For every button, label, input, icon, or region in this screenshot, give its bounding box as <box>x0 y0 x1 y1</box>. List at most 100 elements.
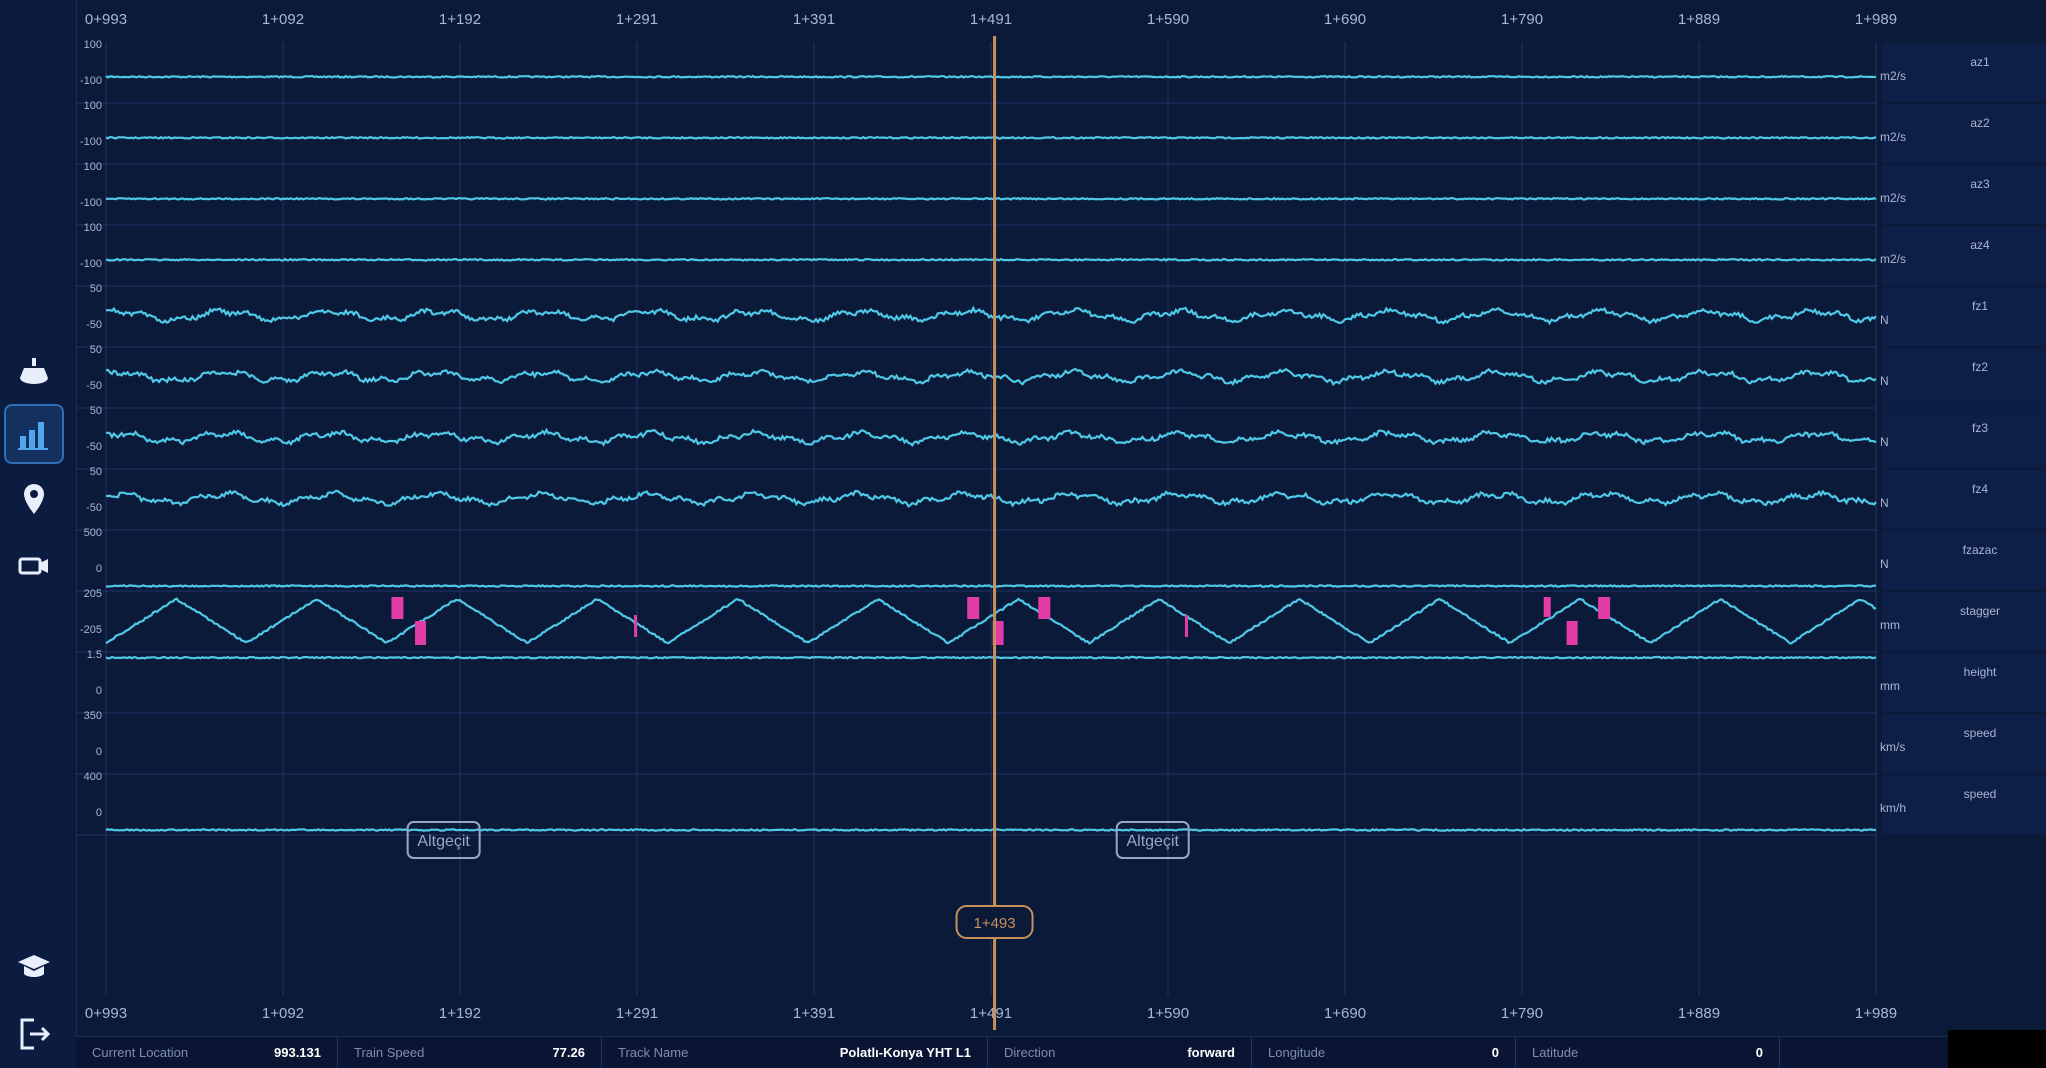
x-axis-top: 0+993 1+092 1+192 1+291 1+391 1+491 1+590 1+690… <box>85 11 1897 28</box>
annotation-marker: Altgeçit <box>1115 821 1190 859</box>
y-tick-top: 400 <box>84 771 102 783</box>
stagger-highlight <box>391 597 404 619</box>
track-unit-label: m2/s <box>1880 252 1906 266</box>
x-tick-label-bottom: 1+989 <box>1855 1005 1897 1022</box>
status-value: forward <box>1187 1044 1235 1060</box>
track-name-label: az2 <box>1970 116 1990 130</box>
signal-line <box>105 584 1877 589</box>
track-height: height mm 1.5 0 <box>76 649 2046 714</box>
y-tick-top: 100 <box>84 222 102 234</box>
status-value: 77.26 <box>552 1044 585 1060</box>
x-tick-label-top: 1+590 <box>1147 11 1189 28</box>
track-name-label: az1 <box>1970 55 1990 69</box>
y-tick-top: 100 <box>84 161 102 173</box>
nav-education[interactable] <box>4 936 64 996</box>
x-tick-label-top: 1+291 <box>616 11 658 28</box>
track-az4: az4 m2/s 100 -100 <box>76 222 2046 287</box>
status-value: 993.131 <box>274 1044 321 1060</box>
nav-logout[interactable] <box>4 1004 64 1064</box>
y-tick-top: 50 <box>90 344 102 356</box>
x-tick-label-top: 1+790 <box>1501 11 1543 28</box>
nav-ship[interactable] <box>4 342 64 402</box>
status-label: Current Location <box>92 1044 189 1060</box>
track-label-panel <box>1882 226 2046 285</box>
track-label-panel <box>1882 165 2046 224</box>
y-tick-bottom: -100 <box>80 197 102 209</box>
x-tick-label-bottom: 1+889 <box>1678 1005 1720 1022</box>
track-az2: az2 m2/s 100 -100 <box>76 100 2046 165</box>
y-tick-top: 50 <box>90 283 102 295</box>
y-tick-top: 50 <box>90 405 102 417</box>
status-current-location: Current Location 993.131 <box>76 1037 338 1067</box>
track-unit-label: N <box>1880 557 1889 571</box>
status-bar: Current Location 993.131 Train Speed 77.… <box>76 1036 1948 1067</box>
track-name-label: stagger <box>1960 604 2000 618</box>
track-stagger: stagger mm 205 -205 <box>76 588 2046 653</box>
stagger-highlight <box>1184 615 1188 637</box>
y-tick-bottom: -50 <box>86 319 102 331</box>
track-label-panel <box>1882 348 2046 407</box>
nav-charts[interactable] <box>4 404 64 464</box>
track-unit-label: N <box>1880 496 1889 510</box>
track-unit-label: mm <box>1880 618 1900 632</box>
x-tick-label-top: 1+192 <box>439 11 481 28</box>
track-label-panel <box>1882 43 2046 102</box>
y-tick-top: 350 <box>84 710 102 722</box>
x-tick-label-bottom: 1+192 <box>439 1005 481 1022</box>
y-tick-bottom: -205 <box>80 624 102 636</box>
y-tick-bottom: -50 <box>86 380 102 392</box>
x-tick-label-bottom: 1+690 <box>1324 1005 1366 1022</box>
track-name-label: az3 <box>1970 177 1990 191</box>
x-tick-label-top: 1+889 <box>1678 11 1720 28</box>
y-tick-top: 50 <box>90 466 102 478</box>
track-name-label: fzazac <box>1963 543 1998 557</box>
y-tick-bottom: -50 <box>86 502 102 514</box>
track-name-label: height <box>1964 665 1997 679</box>
stagger-highlight <box>1543 597 1551 617</box>
stagger-highlight <box>1566 621 1578 645</box>
annotation-marker: Altgeçit <box>406 821 481 859</box>
x-tick-label-top: 0+993 <box>85 11 127 28</box>
x-tick-label-top: 1+391 <box>793 11 835 28</box>
track-label-panel <box>1882 714 2046 773</box>
track-label-panel <box>1882 470 2046 529</box>
location-pin-icon <box>24 484 44 514</box>
track-name-label: fz4 <box>1972 482 1988 496</box>
camera-icon <box>18 557 48 575</box>
status-longitude: Longitude 0 <box>1252 1037 1516 1067</box>
cursor-layer: 1+493 <box>955 36 1034 1030</box>
track-name-label: speed <box>1964 726 1997 740</box>
status-value: 0 <box>1491 1044 1499 1060</box>
y-tick-bottom: 0 <box>96 807 102 819</box>
track-fz4: fz4 N 50 -50 <box>76 466 2046 531</box>
x-tick-label-bottom: 0+993 <box>85 1005 127 1022</box>
y-tick-bottom: 0 <box>96 563 102 575</box>
x-tick-label-bottom: 1+491 <box>970 1005 1012 1022</box>
y-tick-top: 100 <box>84 39 102 51</box>
status-label: Direction <box>1004 1044 1056 1060</box>
x-tick-label-bottom: 1+790 <box>1501 1005 1543 1022</box>
track-name-label: fz1 <box>1972 299 1988 313</box>
x-tick-label-top: 1+690 <box>1324 11 1366 28</box>
track-label-panel <box>1882 531 2046 590</box>
track-label-panel <box>1882 653 2046 712</box>
track-speed: speed km/s 350 0 <box>76 710 2046 775</box>
sidebar <box>0 0 77 1068</box>
track-speed: speed km/h 400 0 <box>76 771 2046 836</box>
y-tick-bottom: -100 <box>80 75 102 87</box>
nav-camera[interactable] <box>4 536 64 596</box>
nav-map[interactable] <box>4 470 64 530</box>
stagger-highlight <box>415 621 427 645</box>
status-label: Track Name <box>618 1044 689 1060</box>
track-unit-label: m2/s <box>1880 130 1906 144</box>
track-name-label: speed <box>1964 787 1997 801</box>
chart-area[interactable]: az1 m2/s 100 -100 az2 m2/s 100 -100 az3 m2/s 100 -1… <box>76 0 2046 1036</box>
stagger-highlight <box>634 615 638 637</box>
track-fz2: fz2 N 50 -50 <box>76 344 2046 409</box>
signal-line <box>105 828 1877 832</box>
signal-line <box>105 196 1877 201</box>
x-tick-label-bottom: 1+092 <box>262 1005 304 1022</box>
track-label-panel <box>1882 775 2046 834</box>
corner-block <box>1948 1030 2046 1068</box>
track-unit-label: N <box>1880 374 1889 388</box>
